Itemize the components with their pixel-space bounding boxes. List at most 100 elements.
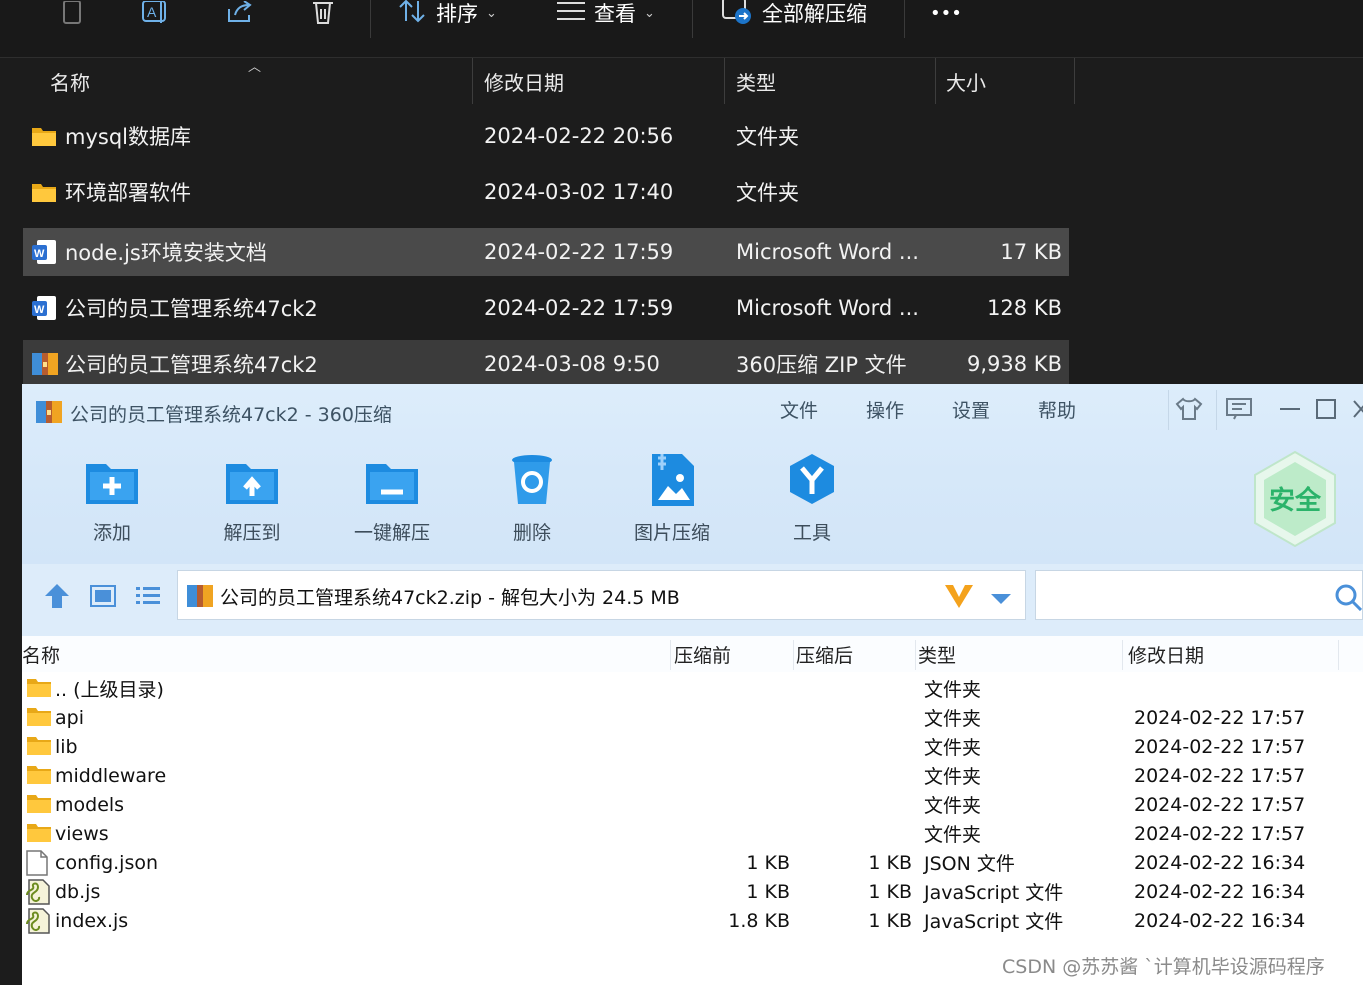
menu-settings[interactable]: 设置 bbox=[952, 396, 990, 423]
column-header-name[interactable]: 名称 bbox=[22, 636, 60, 672]
file-modified: 2024-03-08 9:50 bbox=[484, 352, 660, 376]
word-doc-icon: W bbox=[31, 284, 59, 332]
image-compress-icon bbox=[652, 454, 694, 506]
tools-button[interactable]: 工具 bbox=[752, 452, 872, 544]
file-row[interactable]: Wnode.js环境安装文档 2024-02-22 17:59 Microsoft … bbox=[23, 228, 1069, 276]
delete-button[interactable]: 删除 bbox=[472, 452, 592, 544]
zip-entry-row[interactable]: lib 文件夹 2024-02-22 17:57 bbox=[22, 732, 1363, 761]
column-header-after[interactable]: 压缩后 bbox=[796, 636, 853, 672]
sort-icon bbox=[398, 0, 428, 28]
zip-entry-row[interactable]: config.json 1 KB 1 KB JSON 文件 2024-02-22 16:… bbox=[22, 848, 1363, 877]
tools-icon bbox=[790, 454, 834, 504]
menu-operation[interactable]: 操作 bbox=[866, 396, 904, 423]
extract-to-button[interactable]: 解压到 bbox=[192, 452, 312, 544]
file-row[interactable]: 环境部署软件 2024-03-02 17:40 文件夹 bbox=[23, 168, 1069, 216]
menu-help[interactable]: 帮助 bbox=[1038, 396, 1076, 423]
zip-entry-row[interactable]: db.js 1 KB 1 KB JavaScript 文件 2024-02-22 16:… bbox=[22, 877, 1363, 906]
share-icon[interactable] bbox=[224, 0, 256, 26]
file-size: 17 KB bbox=[1000, 240, 1062, 264]
entry-modified: 2024-02-22 16:34 bbox=[1134, 909, 1306, 932]
image-compress-button[interactable]: 图片压缩 bbox=[612, 452, 732, 544]
close-icon[interactable] bbox=[1350, 396, 1363, 422]
zip-file-icon bbox=[186, 582, 214, 614]
entry-name: db.js bbox=[55, 880, 101, 903]
file-explorer-window: A 排序 ⌄ 查看 ⌄ 全部解压缩 ••• ︿ 名称 修改日期 类型 大小 my… bbox=[0, 0, 1363, 985]
folder-icon bbox=[31, 168, 59, 216]
folder-icon bbox=[26, 705, 52, 730]
minimize-icon[interactable] bbox=[1278, 396, 1302, 422]
delete-icon[interactable] bbox=[308, 0, 338, 26]
zip-window: 公司的员工管理系统47ck2 - 360压缩 文件 操作 设置 帮助 添加 解压… bbox=[22, 384, 1363, 985]
column-header-modified[interactable]: 修改日期 bbox=[484, 58, 564, 104]
entry-modified: 2024-02-22 17:57 bbox=[1134, 706, 1306, 729]
zip-entry-row[interactable]: views 文件夹 2024-02-22 17:57 bbox=[22, 819, 1363, 848]
skin-shirt-icon[interactable] bbox=[1174, 396, 1204, 422]
watermark: CSDN @苏苏酱 `计算机毕设源码程序 bbox=[1002, 956, 1325, 978]
zip-entry-row[interactable]: models 文件夹 2024-02-22 17:57 bbox=[22, 790, 1363, 819]
tools-label: 工具 bbox=[792, 522, 831, 544]
view-list-icon bbox=[556, 1, 586, 26]
entry-size-after: 1 KB bbox=[868, 880, 912, 903]
entry-modified: 2024-02-22 17:57 bbox=[1134, 793, 1306, 816]
feedback-icon[interactable] bbox=[1224, 396, 1254, 422]
up-arrow-icon[interactable] bbox=[44, 584, 70, 612]
add-button[interactable]: 添加 bbox=[52, 452, 172, 544]
entry-type: 文件夹 bbox=[924, 708, 982, 730]
zip-entry-row[interactable]: middleware 文件夹 2024-02-22 17:57 bbox=[22, 761, 1363, 790]
column-header-name[interactable]: 名称 bbox=[50, 58, 90, 104]
recycle-bin-icon bbox=[512, 455, 552, 504]
safe-badge-label: 安全 bbox=[1268, 486, 1321, 516]
file-modified: 2024-02-22 17:59 bbox=[484, 296, 674, 320]
folder-icon bbox=[31, 112, 59, 160]
zip-entry-row[interactable]: .. (上级目录) 文件夹 bbox=[22, 674, 1363, 703]
more-button[interactable]: ••• bbox=[930, 0, 962, 26]
file-modified: 2024-02-22 20:56 bbox=[484, 124, 674, 148]
file-row[interactable]: 公司的员工管理系统47ck2 2024-03-08 9:50 360压缩 ZIP 文… bbox=[23, 340, 1069, 388]
one-click-extract-button[interactable]: 一键解压 bbox=[332, 452, 452, 544]
entry-name: lib bbox=[55, 735, 78, 758]
folder-icon bbox=[26, 763, 52, 788]
folder-icon bbox=[26, 792, 52, 817]
sort-button[interactable]: 排序 ⌄ bbox=[398, 0, 497, 26]
zip-app-icon bbox=[34, 398, 64, 430]
entry-size-before: 1 KB bbox=[746, 880, 790, 903]
column-header-type[interactable]: 类型 bbox=[918, 636, 956, 672]
search-icon[interactable] bbox=[1334, 583, 1363, 615]
view-button[interactable]: 查看 ⌄ bbox=[556, 0, 655, 26]
entry-type: JavaScript 文件 bbox=[924, 911, 1064, 933]
maximize-icon[interactable] bbox=[1314, 396, 1338, 422]
extract-all-icon bbox=[722, 0, 754, 29]
address-bar[interactable]: 公司的员工管理系统47ck2.zip - 解包大小为 24.5 MB bbox=[177, 570, 1026, 620]
extract-all-button[interactable]: 全部解压缩 bbox=[722, 0, 867, 26]
dropdown-arrow-icon[interactable] bbox=[990, 590, 1012, 609]
column-header-before[interactable]: 压缩前 bbox=[674, 636, 731, 672]
one-click-extract-label: 一键解压 bbox=[353, 522, 430, 544]
entry-name: api bbox=[55, 706, 84, 729]
copy-icon[interactable] bbox=[58, 0, 88, 26]
file-row[interactable]: W 公司的员工管理系统47ck2 2024-02-22 17:59 Microsoft… bbox=[23, 284, 1069, 332]
folder-icon bbox=[26, 821, 52, 846]
column-header-type[interactable]: 类型 bbox=[736, 58, 776, 104]
v-logo-icon[interactable] bbox=[944, 583, 974, 613]
entry-name: config.json bbox=[55, 851, 159, 874]
file-type: 文件夹 bbox=[736, 181, 799, 205]
entry-modified: 2024-02-22 17:57 bbox=[1134, 822, 1306, 845]
sort-indicator-icon: ︿ bbox=[248, 60, 262, 75]
zip-column-headers: 名称 压缩前 压缩后 类型 修改日期 bbox=[22, 636, 1363, 672]
menu-file[interactable]: 文件 bbox=[780, 396, 818, 423]
column-header-modified[interactable]: 修改日期 bbox=[1128, 636, 1204, 672]
list-view-icon[interactable] bbox=[135, 585, 161, 611]
svg-text:A: A bbox=[147, 4, 157, 20]
entry-name: models bbox=[55, 793, 125, 816]
file-row[interactable]: mysql数据库 2024-02-22 20:56 文件夹 bbox=[23, 112, 1069, 160]
navigation-bar: 公司的员工管理系统47ck2.zip - 解包大小为 24.5 MB bbox=[22, 564, 1363, 636]
zip-entry-row[interactable]: index.js 1.8 KB 1 KB JavaScript 文件 2024-02-2… bbox=[22, 906, 1363, 935]
rename-icon[interactable]: A bbox=[140, 0, 172, 26]
entry-type: 文件夹 bbox=[924, 824, 982, 846]
zip-entry-row[interactable]: api 文件夹 2024-02-22 17:57 bbox=[22, 703, 1363, 732]
thumbnail-view-icon[interactable] bbox=[90, 585, 116, 611]
script-file-icon bbox=[26, 908, 52, 934]
search-input[interactable] bbox=[1035, 570, 1363, 620]
svg-text:W: W bbox=[34, 248, 45, 260]
column-header-size[interactable]: 大小 bbox=[946, 58, 986, 104]
